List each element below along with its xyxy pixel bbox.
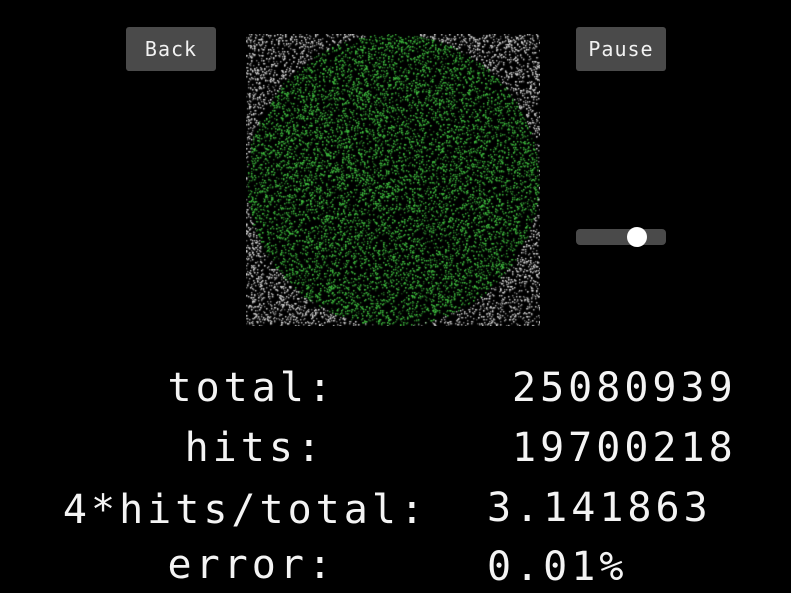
speed-slider[interactable] <box>576 227 666 247</box>
error-value: 0.01% <box>487 544 628 590</box>
slider-track[interactable] <box>576 229 666 245</box>
back-button[interactable]: Back <box>126 27 216 71</box>
total-label: total: <box>167 365 336 411</box>
hits-label: hits: <box>184 425 325 471</box>
pause-button[interactable]: Pause <box>576 27 666 71</box>
ratio-value: 3.141863 <box>487 485 712 531</box>
error-label: error: <box>167 542 336 588</box>
total-value: 25080939 <box>512 365 737 411</box>
hits-value: 19700218 <box>512 425 737 471</box>
ratio-label: 4*hits/total: <box>62 487 428 533</box>
monte-carlo-canvas <box>246 34 540 326</box>
